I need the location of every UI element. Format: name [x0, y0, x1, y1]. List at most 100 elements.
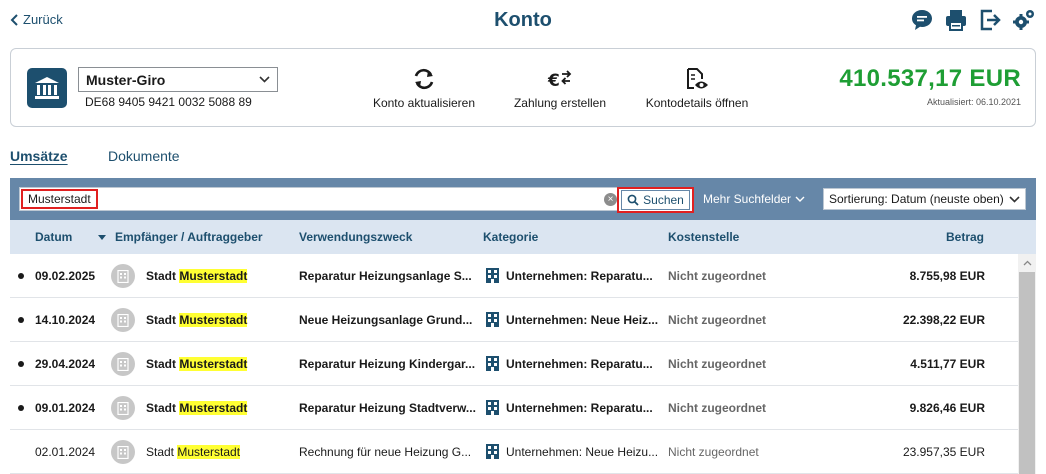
- table-row[interactable]: 09.02.2025 Stadt Musterstadt Reparatur H…: [10, 254, 1018, 298]
- row-party-prefix: Stadt: [146, 357, 176, 371]
- logout-icon[interactable]: [978, 8, 1002, 32]
- search-button[interactable]: Suchen: [617, 187, 694, 213]
- refresh-icon: [414, 68, 434, 90]
- building-icon: [486, 400, 499, 415]
- row-party-prefix: Stadt: [146, 313, 176, 327]
- row-party: Stadt Musterstadt: [146, 401, 296, 415]
- back-link[interactable]: Zurück: [10, 12, 63, 27]
- column-header-cost-center[interactable]: Kostenstelle: [668, 230, 739, 244]
- table-row[interactable]: 29.04.2024 Stadt Musterstadt Reparatur H…: [10, 342, 1018, 386]
- search-input-value: Musterstadt: [21, 189, 98, 209]
- row-date: 29.04.2024: [35, 357, 96, 371]
- building-avatar-icon: [111, 440, 135, 464]
- account-balance: 410.537,17 EUR Aktualisiert: 06.10.2021: [839, 65, 1021, 107]
- search-highlight: Musterstadt: [179, 269, 248, 283]
- more-search-fields-toggle[interactable]: Mehr Suchfelder: [703, 192, 805, 206]
- building-icon: [486, 444, 499, 459]
- svg-text:€: €: [547, 71, 560, 91]
- column-header-amount[interactable]: Betrag: [946, 230, 984, 244]
- column-header-purpose[interactable]: Verwendungszweck: [299, 230, 412, 244]
- clear-icon[interactable]: ×: [604, 193, 617, 206]
- column-header-party[interactable]: Empfänger / Auftraggeber: [115, 230, 263, 244]
- row-party: Stadt Musterstadt: [146, 445, 296, 459]
- tab-umsaetze[interactable]: Umsätze: [10, 148, 68, 164]
- unread-dot: [18, 361, 24, 367]
- settings-icon[interactable]: [1012, 8, 1036, 32]
- row-category: Unternehmen: Neue Heizu...: [506, 445, 659, 459]
- print-icon[interactable]: [944, 8, 968, 32]
- row-party-prefix: Stadt: [146, 401, 176, 415]
- account-name: Muster-Giro: [86, 71, 166, 88]
- create-payment-button[interactable]: € Zahlung erstellen: [505, 67, 615, 110]
- chevron-down-icon: [795, 196, 805, 202]
- search-button-label: Suchen: [643, 193, 684, 207]
- open-account-details-button[interactable]: Kontodetails öffnen: [641, 67, 753, 110]
- search-input[interactable]: Musterstadt × Suchen: [19, 187, 694, 213]
- row-cost-center: Nicht zugeordnet: [668, 357, 766, 371]
- open-account-details-label: Kontodetails öffnen: [645, 96, 749, 110]
- row-purpose: Reparatur Heizung Kindergar...: [299, 357, 476, 371]
- row-category: Unternehmen: Reparatu...: [506, 357, 653, 371]
- unread-dot: [18, 405, 24, 411]
- account-select[interactable]: Muster-Giro: [78, 67, 278, 92]
- search-highlight: Musterstadt: [179, 401, 248, 415]
- table-row[interactable]: 14.10.2024 Stadt Musterstadt Neue Heizun…: [10, 298, 1018, 342]
- row-party: Stadt Musterstadt: [146, 357, 296, 371]
- row-amount: 9.826,46 EUR: [909, 401, 985, 415]
- sort-select[interactable]: Sortierung: Datum (neuste oben): [823, 188, 1026, 210]
- page-title: Konto: [494, 9, 552, 31]
- row-party: Stadt Musterstadt: [146, 269, 296, 283]
- row-purpose: Rechnung für neue Heizung G...: [299, 445, 472, 459]
- row-party: Stadt Musterstadt: [146, 313, 296, 327]
- row-party-prefix: Stadt: [146, 269, 176, 283]
- account-card: Muster-Giro DE68 9405 9421 0032 5088 89 …: [10, 48, 1036, 127]
- unread-dot: [18, 273, 24, 279]
- row-date: 14.10.2024: [35, 313, 96, 327]
- sort-desc-icon[interactable]: [98, 235, 106, 240]
- sort-select-value: Sortierung: Datum (neuste oben): [829, 192, 1004, 206]
- bank-icon: [27, 68, 67, 108]
- row-amount: 22.398,22 EUR: [902, 313, 985, 327]
- search-icon: [627, 194, 639, 206]
- row-cost-center: Nicht zugeordnet: [668, 313, 766, 327]
- building-avatar-icon: [111, 396, 135, 420]
- building-avatar-icon: [111, 352, 135, 376]
- refresh-account-button[interactable]: Konto aktualisieren: [365, 67, 483, 110]
- search-highlight: Musterstadt: [179, 313, 248, 327]
- row-cost-center: Nicht zugeordnet: [668, 445, 759, 459]
- back-label: Zurück: [23, 12, 63, 27]
- building-icon: [486, 356, 499, 371]
- chevron-down-icon: [1009, 195, 1020, 203]
- top-bar: Zurück Konto: [0, 0, 1046, 40]
- building-icon: [486, 268, 499, 283]
- tab-dokumente[interactable]: Dokumente: [108, 148, 180, 164]
- building-icon: [486, 312, 499, 327]
- chat-icon[interactable]: [910, 8, 934, 32]
- building-avatar-icon: [111, 308, 135, 332]
- table-scrollbar[interactable]: [1018, 254, 1036, 474]
- table-row[interactable]: 09.01.2024 Stadt Musterstadt Reparatur H…: [10, 386, 1018, 430]
- scroll-up-icon[interactable]: [1018, 254, 1036, 271]
- row-date: 02.01.2024: [35, 445, 96, 459]
- row-category: Unternehmen: Reparatu...: [506, 401, 653, 415]
- scrollbar-thumb[interactable]: [1019, 272, 1035, 474]
- building-avatar-icon: [111, 264, 135, 288]
- chevron-left-icon: [10, 13, 18, 26]
- header-actions: [910, 8, 1036, 32]
- row-purpose: Reparatur Heizung Stadtverw...: [299, 401, 476, 415]
- create-payment-label: Zahlung erstellen: [513, 96, 607, 110]
- account-iban: DE68 9405 9421 0032 5088 89: [85, 95, 252, 109]
- row-party-prefix: Stadt: [146, 445, 175, 459]
- search-highlight: Musterstadt: [177, 445, 241, 459]
- unread-dot: [18, 317, 24, 323]
- row-purpose: Reparatur Heizungsanlage S...: [299, 269, 472, 283]
- transactions-table: 09.02.2025 Stadt Musterstadt Reparatur H…: [10, 254, 1018, 474]
- row-purpose: Neue Heizungsanlage Grund...: [299, 313, 473, 327]
- row-amount: 8.755,98 EUR: [909, 269, 985, 283]
- chevron-down-icon: [259, 76, 270, 83]
- search-highlight: Musterstadt: [179, 357, 248, 371]
- column-header-category[interactable]: Kategorie: [483, 230, 538, 244]
- table-row[interactable]: 02.01.2024 Stadt Musterstadt Rechnung fü…: [10, 430, 1018, 474]
- row-cost-center: Nicht zugeordnet: [668, 401, 766, 415]
- column-header-date[interactable]: Datum: [35, 230, 72, 244]
